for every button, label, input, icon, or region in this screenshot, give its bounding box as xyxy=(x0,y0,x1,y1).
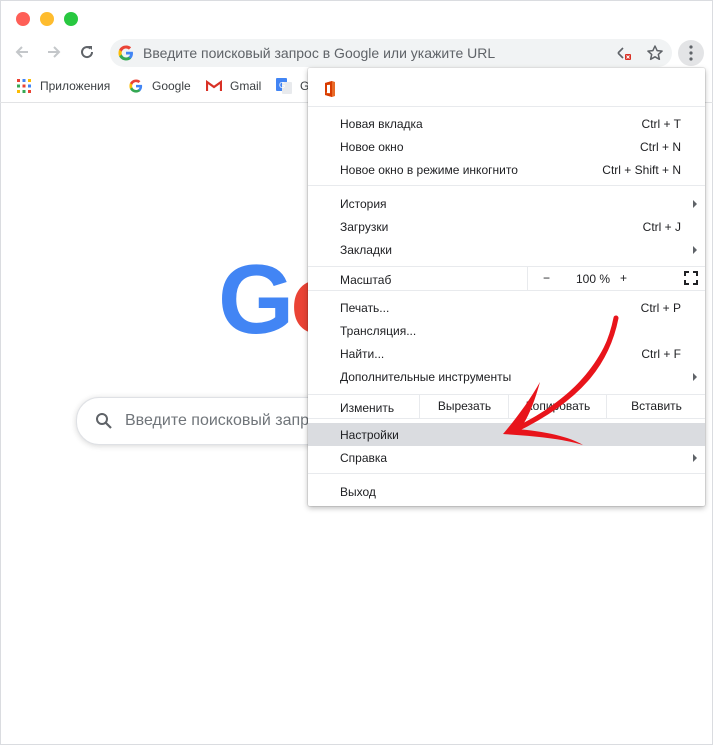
annotation-arrow-icon xyxy=(503,315,619,445)
